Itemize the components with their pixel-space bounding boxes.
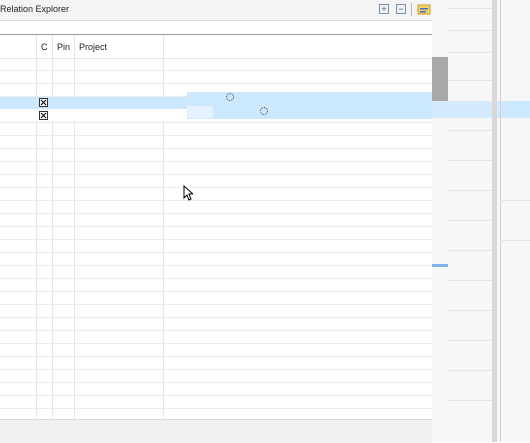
table-row-line [0, 395, 432, 396]
table-row-line [0, 252, 432, 253]
table-row-line [0, 343, 432, 344]
collapse-all-button[interactable]: − [396, 4, 406, 14]
drag-ghost-overlay [187, 92, 432, 119]
panel-line [500, 240, 530, 241]
panel-highlight [502, 101, 530, 118]
table-row-line [0, 161, 432, 162]
table-row-line [0, 317, 432, 318]
table-row-line [0, 369, 432, 370]
panel-line [448, 8, 494, 9]
panel-line [448, 160, 494, 161]
minus-box-icon: − [398, 4, 404, 14]
table-row-line [0, 122, 432, 123]
table-row-line [0, 291, 432, 292]
column-pin-header[interactable]: Pin [57, 42, 70, 52]
panel-line [448, 310, 494, 311]
loading-spinner-icon [226, 93, 234, 101]
column-divider [52, 35, 53, 419]
table-row-line [0, 382, 432, 383]
panel-line [448, 80, 494, 81]
panel-block [432, 57, 448, 103]
panel-line [448, 30, 494, 31]
folder-tree-icon[interactable] [417, 4, 431, 15]
table-row-line [0, 83, 432, 84]
panel-line [448, 250, 494, 251]
column-divider [74, 35, 75, 419]
view-title: Relation Explorer [0, 4, 70, 14]
panel-line [448, 400, 494, 401]
table-row-line [0, 265, 432, 266]
table-row-line [0, 356, 432, 357]
view-titlebar: Relation Explorer + − [0, 0, 432, 21]
adjacent-panel [432, 0, 530, 442]
table-row-line [0, 278, 432, 279]
table-row-line [0, 135, 432, 136]
loading-spinner-icon [260, 107, 268, 115]
panel-line [448, 190, 494, 191]
table-row-line [0, 304, 432, 305]
panel-line [448, 280, 494, 281]
panel-line [448, 220, 494, 221]
plus-box-icon: + [381, 4, 387, 14]
table-row-line [0, 187, 432, 188]
filter-area [0, 21, 432, 35]
panel-line [448, 52, 494, 53]
relation-explorer-view: Relation Explorer + − C Pin Project [0, 0, 432, 443]
table-row-line [0, 213, 432, 214]
table-header: C Pin Project [0, 35, 432, 59]
column-divider [36, 35, 37, 419]
table-row-line [0, 239, 432, 240]
panel-scrollbar[interactable] [492, 0, 497, 442]
panel-divider [500, 0, 501, 442]
table-row-line [0, 174, 432, 175]
panel-line [448, 340, 494, 341]
x-box-icon[interactable] [39, 98, 48, 107]
panel-line [448, 370, 494, 371]
column-project-header[interactable]: Project [79, 42, 107, 52]
table-row-line [0, 70, 432, 71]
status-bar [0, 419, 432, 443]
drag-ghost-cell [187, 106, 213, 118]
panel-accent [432, 264, 448, 267]
panel-line [500, 200, 530, 201]
column-divider [163, 35, 164, 419]
toolbar-separator [411, 3, 412, 16]
table-row-line [0, 200, 432, 201]
expand-all-button[interactable]: + [379, 4, 389, 14]
table-row-line [0, 330, 432, 331]
panel-line [448, 130, 494, 131]
column-c-header[interactable]: C [41, 42, 48, 52]
table-row-line [0, 408, 432, 409]
mouse-pointer-icon [183, 185, 193, 201]
table-row-line [0, 148, 432, 149]
table-row-line [0, 226, 432, 227]
x-box-icon[interactable] [39, 111, 48, 120]
